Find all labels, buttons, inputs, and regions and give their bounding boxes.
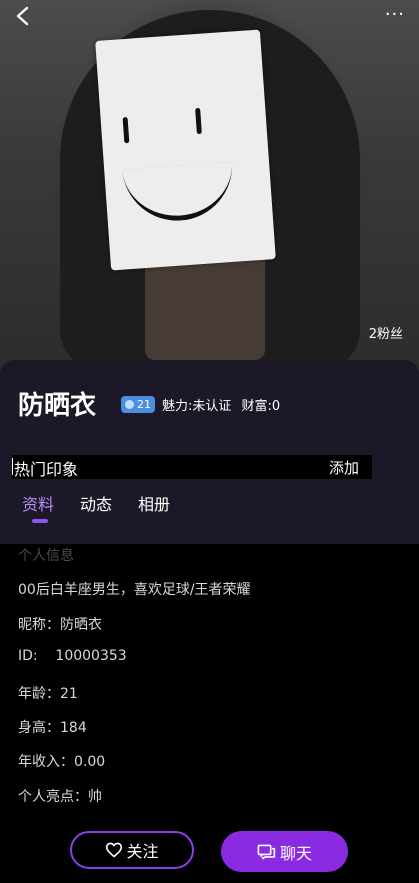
profile-tabs: 资料 动态 相册 [22, 491, 170, 523]
tab-moments[interactable]: 动态 [80, 491, 112, 515]
mask-left-eye [122, 116, 130, 144]
info-income: 年收入：0.00 [18, 754, 106, 770]
hot-impression-label: 热门印象 [14, 460, 79, 479]
chat-label: 聊天 [279, 843, 312, 863]
back-arrow-icon[interactable] [13, 5, 35, 27]
heart-icon [106, 842, 123, 858]
tab-profile[interactable]: 资料 [22, 491, 54, 523]
fans-count: 2粉丝 [368, 327, 403, 342]
level-icon [125, 400, 134, 409]
tab-album[interactable]: 相册 [138, 491, 170, 515]
profile-cover-photo [0, 0, 419, 375]
level-badge: 21 [121, 396, 155, 413]
top-bar: ··· [0, 0, 419, 34]
info-height: 身高：184 [18, 720, 87, 736]
profile-name: 防晒衣 [18, 391, 97, 421]
charm-label: 魅力:未认证 [162, 399, 232, 414]
chat-button[interactable]: 聊天 [221, 831, 348, 872]
cover-paper-mask [95, 29, 276, 271]
info-section-title: 个人信息 [18, 548, 74, 564]
mask-smile [122, 161, 236, 225]
info-id: ID: 10000353 [18, 648, 127, 664]
profile-stats: 魅力:未认证 财富:0 [162, 395, 280, 414]
follow-label: 关注 [126, 842, 159, 861]
text-caret [12, 458, 13, 475]
level-value: 21 [137, 398, 151, 411]
wealth-label: 财富:0 [241, 399, 281, 414]
info-highlight: 个人亮点：帅 [18, 789, 102, 805]
info-age: 年龄：21 [18, 686, 78, 702]
info-nickname: 昵称：防晒衣 [18, 617, 102, 633]
info-bio: 00后白羊座男生，喜欢足球/王者荣耀 [18, 582, 251, 598]
add-impression-button[interactable]: 添加 [316, 455, 372, 479]
chat-bubble-icon [257, 844, 276, 859]
more-options-icon[interactable]: ··· [385, 4, 405, 25]
mask-right-eye [195, 107, 202, 135]
follow-button[interactable]: 关注 [70, 831, 194, 869]
hot-impression-field[interactable]: 热门印象 [12, 455, 316, 479]
